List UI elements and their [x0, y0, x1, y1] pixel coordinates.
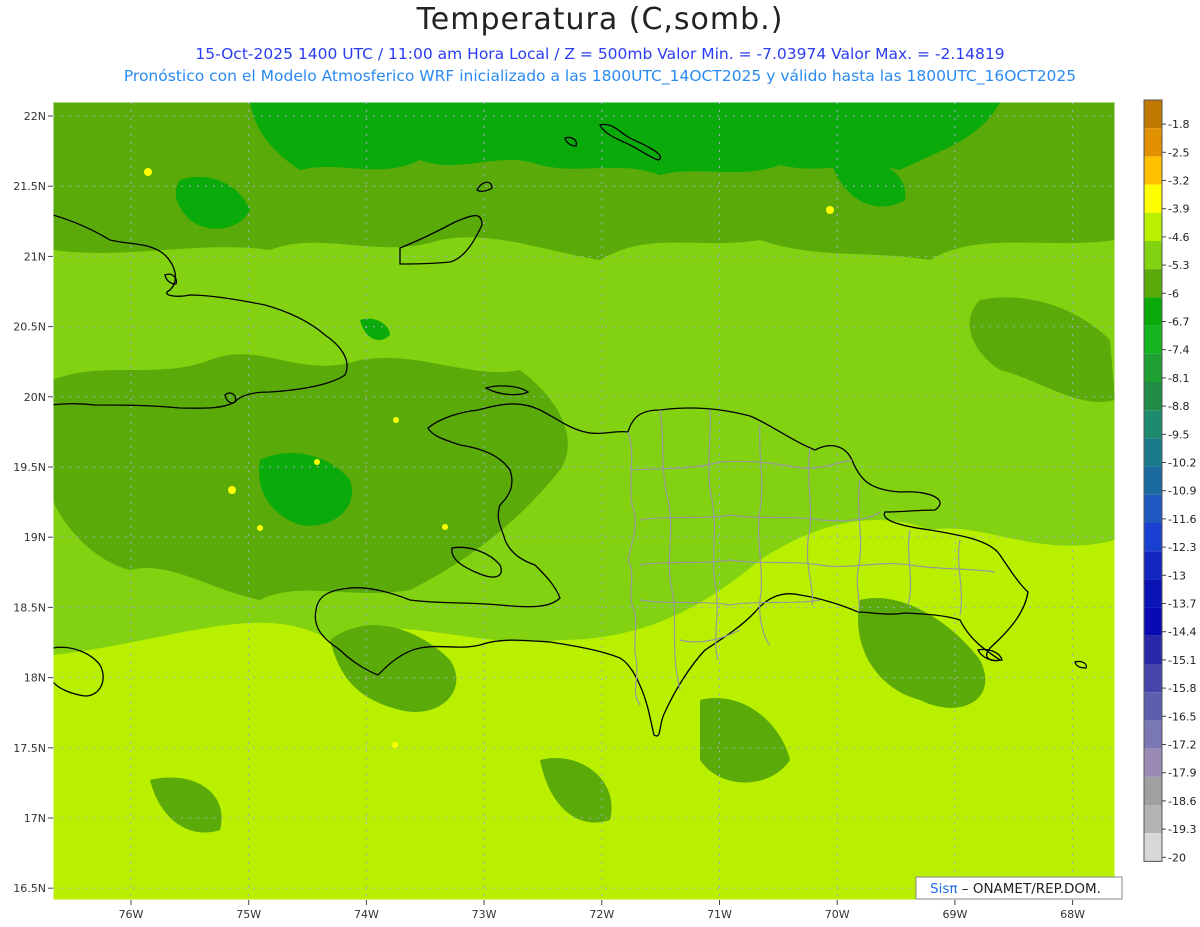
- colorbar-label: -17.2: [1168, 739, 1196, 752]
- colorbar-label: -18.6: [1168, 795, 1196, 808]
- colorbar-swatch: [1144, 269, 1162, 298]
- colorbar-swatch: [1144, 184, 1162, 213]
- colorbar-label: -12.3: [1168, 541, 1196, 554]
- longitude-labels: 76W 75W 74W 73W 72W 71W 70W 69W 68W: [119, 900, 1085, 921]
- colorbar-swatch: [1144, 664, 1162, 693]
- colorbar-swatch: [1144, 833, 1162, 862]
- colorbar-label: -1.8: [1168, 118, 1189, 131]
- colorbar-swatch: [1144, 466, 1162, 495]
- colorbar-swatch: [1144, 805, 1162, 834]
- lat-label: 20.5N: [13, 321, 46, 334]
- lat-label: 21.5N: [13, 180, 46, 193]
- colorbar-swatch: [1144, 382, 1162, 411]
- colorbar-label: -20: [1168, 851, 1186, 864]
- lat-label: 19.5N: [13, 461, 46, 474]
- lon-label: 69W: [942, 908, 967, 921]
- lon-label: 74W: [354, 908, 379, 921]
- lon-label: 68W: [1060, 908, 1085, 921]
- lat-label: 18.5N: [13, 601, 46, 614]
- lon-label: 76W: [119, 908, 144, 921]
- colorbar-swatch: [1144, 607, 1162, 636]
- colorbar-swatch: [1144, 128, 1162, 157]
- colorbar-label: -19.3: [1168, 823, 1196, 836]
- colorbar-swatch: [1144, 156, 1162, 185]
- colorbar-label: -13: [1168, 569, 1186, 582]
- colorbar-swatch: [1144, 579, 1162, 608]
- lon-label: 72W: [589, 908, 614, 921]
- colorbar-swatch: [1144, 410, 1162, 439]
- colorbar-label: -7.4: [1168, 344, 1189, 357]
- colorbar-label: -8.8: [1168, 400, 1189, 413]
- colorbar-swatch: [1144, 438, 1162, 467]
- latitude-labels: 22N 21.5N 21N 20.5N 20N 19.5N 19N 18.5N 18N 17.5N…: [13, 110, 53, 895]
- colorbar-label: -17.9: [1168, 767, 1196, 780]
- colorbar-label: -5.3: [1168, 259, 1189, 272]
- lat-label: 17.5N: [13, 742, 46, 755]
- lat-label: 20N: [24, 391, 46, 404]
- colorbar-swatch: [1144, 241, 1162, 270]
- lat-label: 17N: [24, 812, 46, 825]
- lon-label: 71W: [707, 908, 732, 921]
- colorbar-swatch: [1144, 776, 1162, 805]
- colorbar-label: -6: [1168, 287, 1179, 300]
- temperature-field: [53, 102, 1115, 900]
- colorbar-label: -6.7: [1168, 316, 1189, 329]
- colorbar-label: -3.9: [1168, 203, 1189, 216]
- lon-label: 73W: [472, 908, 497, 921]
- colorbar-swatch: [1144, 720, 1162, 749]
- lon-label: 75W: [236, 908, 261, 921]
- colorbar-swatch: [1144, 523, 1162, 552]
- watermark-brand: Sisπ: [930, 881, 957, 897]
- lat-label: 18N: [24, 672, 46, 685]
- weather-map: 22N 21.5N 21N 20.5N 20N 19.5N 19N 18.5N 18N 17.5N…: [13, 99, 1196, 921]
- colorbar-label: -13.7: [1168, 598, 1196, 611]
- colorbar-label: -14.4: [1168, 626, 1196, 639]
- colorbar-swatch: [1144, 297, 1162, 326]
- lat-label: 22N: [24, 110, 46, 123]
- colorbar-swatch: [1144, 212, 1162, 241]
- colorbar-swatch: [1144, 353, 1162, 382]
- colorbar-label: -10.2: [1168, 457, 1196, 470]
- colorbar-swatch: [1144, 100, 1162, 129]
- colorbar-swatch: [1144, 325, 1162, 354]
- colorbar-label: -4.6: [1168, 231, 1189, 244]
- colorbar-swatch: [1144, 748, 1162, 777]
- lon-label: 70W: [825, 908, 850, 921]
- colorbar-label: -16.5: [1168, 710, 1196, 723]
- colorbar-label: -15.1: [1168, 654, 1196, 667]
- colorbar-swatch: [1144, 635, 1162, 664]
- source-watermark: Sisπ – ONAMET/REP.DOM.: [915, 876, 1123, 900]
- colorbar-label: -8.1: [1168, 372, 1189, 385]
- svg-text:Sisπ – ONAMET/REP.DOM.: Sisπ – ONAMET/REP.DOM.: [930, 881, 1101, 897]
- colorbar-label: -9.5: [1168, 428, 1189, 441]
- colorbar-swatch: [1144, 551, 1162, 580]
- colorbar-label: -2.5: [1168, 146, 1189, 159]
- colorbar-legend: -1.8 -2.5 -3.2 -3.9 -4.6 -5.3 -6 -6.7 -7.4 -8.1 -8…: [1143, 99, 1196, 864]
- colorbar-swatch: [1144, 494, 1162, 523]
- colorbar-swatch: [1144, 692, 1162, 721]
- lat-label: 21N: [24, 250, 46, 263]
- colorbar-label: -10.9: [1168, 485, 1196, 498]
- colorbar-label: -11.6: [1168, 513, 1196, 526]
- colorbar-label: -3.2: [1168, 175, 1189, 188]
- colorbar-label: -15.8: [1168, 682, 1196, 695]
- lat-label: 19N: [24, 531, 46, 544]
- lat-label: 16.5N: [13, 882, 46, 895]
- watermark-text: – ONAMET/REP.DOM.: [957, 881, 1100, 897]
